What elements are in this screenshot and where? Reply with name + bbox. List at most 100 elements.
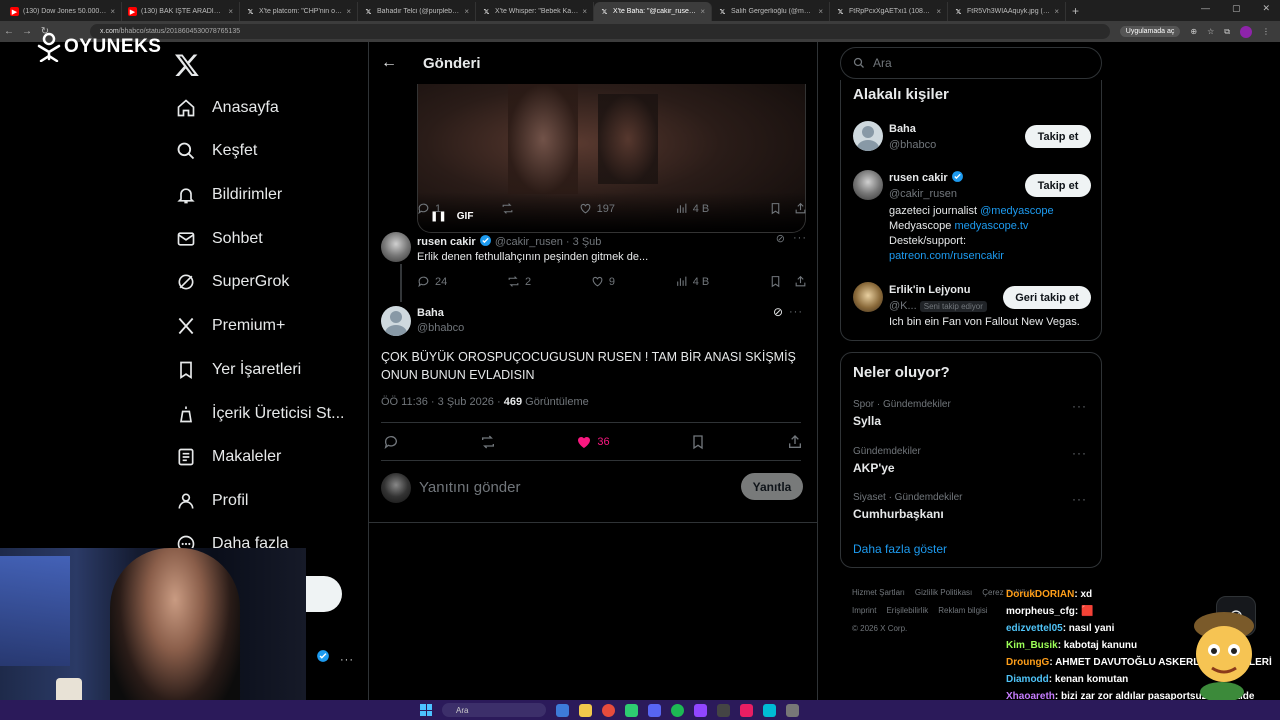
footer-link[interactable]: Gizlilik Politikası — [915, 588, 972, 597]
avatar[interactable] — [853, 282, 883, 312]
x-logo-icon[interactable] — [174, 52, 200, 78]
taskbar-app-icon[interactable] — [786, 703, 799, 717]
browser-tab[interactable]: 𝕏 X'te platcom: "CHP'nin oyunlar× — [240, 2, 358, 21]
more-options-icon[interactable]: ··· — [793, 232, 807, 244]
sidebar-item-grok[interactable]: SuperGrok — [176, 272, 289, 292]
like-action[interactable]: 9 — [591, 275, 615, 288]
tab-close-icon[interactable]: × — [464, 7, 469, 16]
browser-tab[interactable]: 𝕏 FtR5Vh3WIAAquyk.jpg (864×1× — [948, 2, 1066, 21]
browser-tab[interactable]: 𝕏 Bahadır Telci (@purplebix) / X × — [358, 2, 476, 21]
avatar[interactable] — [853, 170, 883, 200]
discord-icon[interactable] — [648, 703, 661, 717]
author-name[interactable]: Baha — [417, 306, 464, 321]
extensions-icon[interactable]: ⧉ — [1224, 27, 1230, 37]
browser-tab[interactable]: ▶ (130) Dow Jones 50.000 Oldu !× — [4, 2, 122, 21]
share-icon[interactable] — [794, 202, 807, 215]
more-options-icon[interactable]: ··· — [1072, 399, 1087, 413]
maximize-icon[interactable]: ▢ — [1232, 3, 1241, 14]
taskbar-app-icon[interactable] — [579, 703, 592, 717]
menu-icon[interactable]: ⋮ — [1262, 27, 1270, 36]
reply-button[interactable]: Yanıtla — [741, 473, 803, 500]
footer-link[interactable]: Imprint — [852, 606, 876, 615]
person-card[interactable]: Baha @bhabco — [889, 121, 936, 153]
trend-item[interactable]: Spor · Gündemdekiler Sylla — [853, 399, 951, 428]
tab-close-icon[interactable]: × — [1054, 7, 1059, 16]
sidebar-item-home[interactable]: Anasayfa — [176, 98, 279, 118]
repost-action[interactable] — [501, 202, 519, 215]
back-icon[interactable]: ← — [0, 26, 18, 37]
author-name[interactable]: rusen cakir — [417, 236, 476, 248]
star-icon[interactable]: ☆ — [1207, 27, 1214, 36]
reply-action[interactable]: 24 — [417, 275, 447, 288]
sidebar-item-mail[interactable]: Sohbet — [176, 229, 263, 249]
taskbar-app-icon[interactable] — [740, 703, 753, 717]
avatar[interactable] — [381, 306, 411, 336]
more-options-icon[interactable]: ··· — [1072, 492, 1087, 506]
browser-profile-avatar[interactable] — [1240, 25, 1252, 38]
person-card[interactable]: rusen cakir @cakir_rusen — [889, 170, 1039, 202]
taskbar-search[interactable]: Ara — [442, 703, 546, 717]
tweet-time[interactable]: · 3 Şub — [566, 236, 601, 248]
bio-link[interactable]: medyascope.tv — [954, 220, 1028, 232]
search-input[interactable]: Ara — [840, 47, 1102, 79]
browser-tab[interactable]: 𝕏 X'te Whisper: "Bebek Katili Abd × — [476, 2, 594, 21]
chrome-icon[interactable] — [602, 703, 615, 717]
grok-icon[interactable]: ⊘ — [776, 232, 785, 245]
avatar[interactable] — [853, 121, 883, 151]
views-action[interactable]: 4 B — [675, 275, 709, 288]
tab-close-icon[interactable]: × — [346, 7, 351, 16]
post-button-partial[interactable] — [306, 576, 342, 612]
repost-icon[interactable] — [480, 434, 496, 450]
bookmark-icon[interactable] — [769, 275, 782, 288]
bio-link[interactable]: @medyascope — [980, 205, 1054, 217]
trend-item[interactable]: Siyaset · Gündemdekiler Cumhurbaşkanı — [853, 492, 963, 521]
sidebar-item-article[interactable]: Makaleler — [176, 447, 281, 467]
sidebar-item-bookmark[interactable]: Yer İşaretleri — [176, 360, 301, 380]
taskbar-app-icon[interactable] — [625, 703, 638, 717]
author-handle[interactable]: @cakir_rusen — [495, 236, 563, 248]
more-options-icon[interactable]: ··· — [789, 306, 803, 318]
tweet-timestamp[interactable]: ÖÖ 11:36 · 3 Şub 2026 · — [381, 396, 501, 408]
browser-tab[interactable]: 𝕏 Salih Gergerlioğlu (@msalihgr× — [712, 2, 830, 21]
sidebar-item-creator[interactable]: İçerik Üreticisi St... — [176, 404, 344, 424]
share-icon[interactable] — [787, 434, 803, 450]
follow-button[interactable]: Takip et — [1025, 174, 1091, 197]
grok-icon[interactable]: ⊘ — [773, 305, 783, 319]
forward-icon[interactable]: → — [18, 26, 36, 37]
footer-link[interactable]: Hizmet Şartları — [852, 588, 905, 597]
tab-close-icon[interactable]: × — [228, 7, 233, 16]
views-action[interactable]: 4 B — [675, 202, 709, 215]
show-more-link[interactable]: Daha fazla göster — [853, 542, 947, 556]
new-tab-icon[interactable]: + — [1066, 4, 1085, 21]
sidebar-item-search[interactable]: Keşfet — [176, 141, 257, 161]
more-options-icon[interactable]: ··· — [1072, 446, 1087, 460]
repost-action[interactable]: 2 — [507, 275, 531, 288]
open-in-app-pill[interactable]: Uygulamada aç — [1119, 26, 1181, 37]
close-icon[interactable]: ✕ — [1262, 3, 1270, 14]
back-arrow-icon[interactable]: ← — [381, 54, 397, 72]
sidebar-item-bell[interactable]: Bildirimler — [176, 185, 282, 205]
taskbar-app-icon[interactable] — [763, 703, 776, 717]
like-action[interactable]: 197 — [579, 202, 615, 215]
tab-close-icon[interactable]: × — [818, 7, 823, 16]
bookmark-icon[interactable] — [769, 202, 782, 215]
tab-close-icon[interactable]: × — [582, 7, 587, 16]
footer-link[interactable]: Erişilebilirlik — [886, 606, 928, 615]
follow-button[interactable]: Takip et — [1025, 125, 1091, 148]
author-handle[interactable]: @bhabco — [417, 321, 464, 336]
start-icon[interactable] — [420, 704, 432, 716]
minimize-icon[interactable]: — — [1201, 3, 1210, 14]
spotify-icon[interactable] — [671, 703, 684, 717]
sidebar-item-x[interactable]: Premium+ — [176, 316, 285, 336]
browser-tab[interactable]: 𝕏 X'te Baha: "@cakir_rusen @Ka × — [594, 2, 712, 21]
address-bar[interactable]: x.com/bhabco/status/2018604530078765135 — [90, 24, 1110, 39]
like-action[interactable]: 36 — [576, 434, 610, 450]
account-menu-icon[interactable]: ··· — [340, 654, 354, 666]
footer-link[interactable]: Reklam bilgisi — [938, 606, 987, 615]
twitch-icon[interactable] — [694, 703, 707, 717]
tab-close-icon[interactable]: × — [936, 7, 941, 16]
obs-icon[interactable] — [717, 703, 730, 717]
bio-link[interactable]: patreon.com/rusencakir — [889, 249, 1094, 264]
taskbar-app-icon[interactable] — [556, 703, 569, 717]
tab-close-icon[interactable]: × — [700, 7, 705, 16]
